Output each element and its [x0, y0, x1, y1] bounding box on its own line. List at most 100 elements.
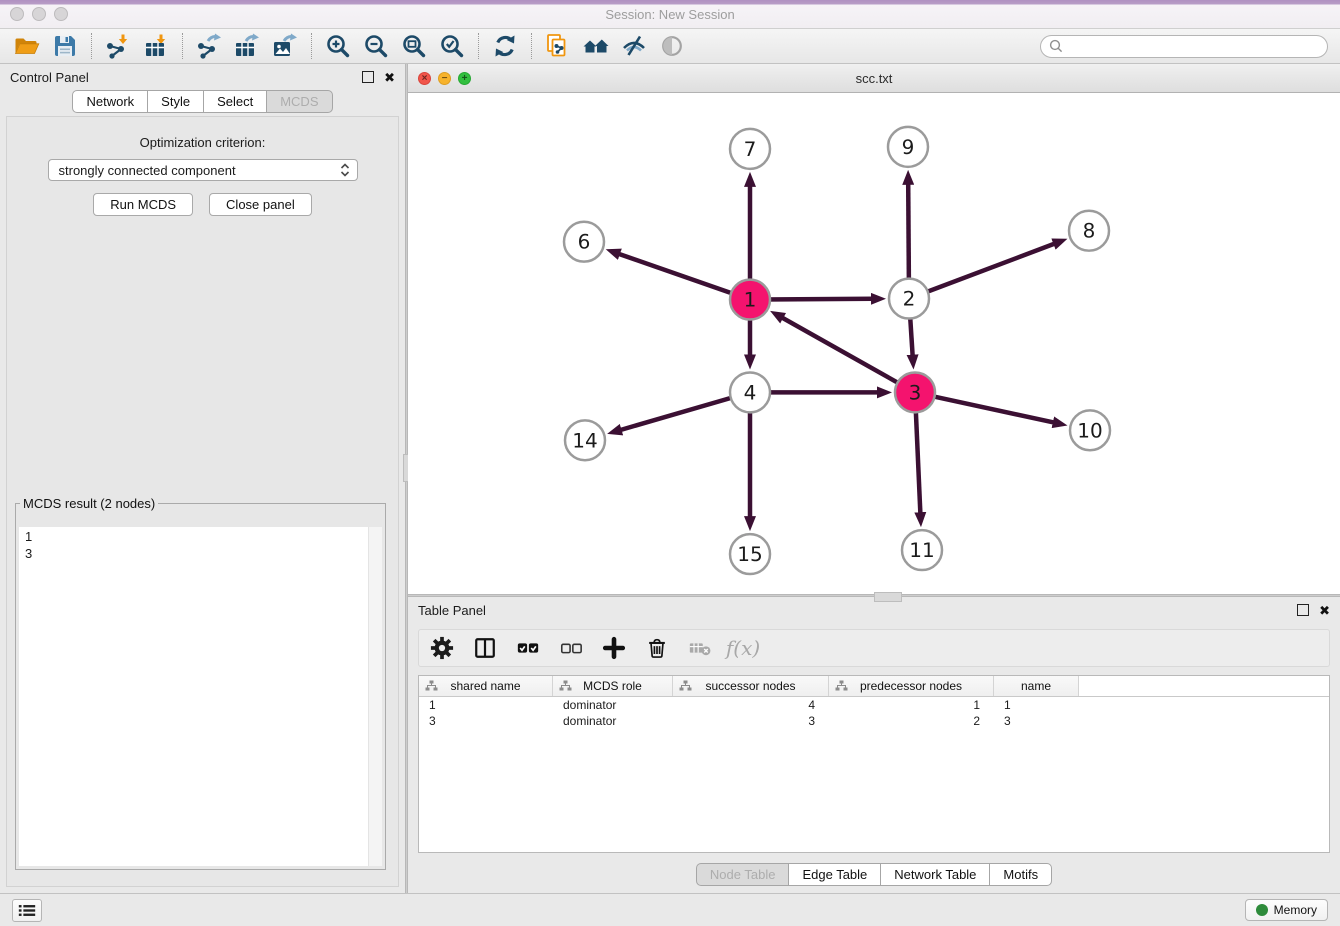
edge-2-8[interactable] [909, 243, 1055, 298]
cell-name[interactable]: 3 [994, 714, 1079, 728]
export-table-button[interactable] [228, 31, 266, 61]
result-scrollbar[interactable] [368, 527, 382, 866]
tab-style[interactable]: Style [147, 90, 204, 113]
tab-edge-table[interactable]: Edge Table [788, 863, 881, 886]
export-image-button[interactable] [266, 31, 304, 61]
node-10[interactable]: 10 [1070, 410, 1110, 450]
table-row-1[interactable]: 3dominator323 [419, 713, 1329, 729]
column-header-mcds-role[interactable]: MCDS role [553, 676, 673, 696]
export-network-button[interactable] [190, 31, 228, 61]
zoom-fit-button[interactable] [395, 31, 433, 61]
cell-predecessor-nodes[interactable]: 1 [829, 698, 994, 712]
memory-button[interactable]: Memory [1245, 899, 1328, 921]
zoom-network-icon[interactable]: + [458, 72, 471, 85]
node-4[interactable]: 4 [730, 372, 770, 412]
split-panel-button[interactable] [472, 634, 498, 662]
node-1[interactable]: 1 [730, 280, 770, 320]
cell-successor-nodes[interactable]: 4 [673, 698, 829, 712]
svg-text:10: 10 [1077, 418, 1102, 442]
node-3[interactable]: 3 [895, 372, 935, 412]
splitter-handle[interactable] [874, 592, 902, 602]
delete-column-button[interactable] [644, 634, 670, 662]
column-header-successor-nodes[interactable]: successor nodes [673, 676, 829, 696]
search-input[interactable] [1068, 38, 1319, 54]
close-panel-icon[interactable]: ✖ [384, 71, 395, 84]
task-history-button[interactable] [12, 899, 42, 922]
select-all-button[interactable] [515, 634, 541, 662]
toolbar-separator [531, 33, 532, 59]
cell-mcds-role[interactable]: dominator [553, 714, 673, 728]
optimization-criterion-select[interactable]: strongly connected component [48, 159, 358, 181]
column-header-predecessor-nodes[interactable]: predecessor nodes [829, 676, 994, 696]
tab-network-table[interactable]: Network Table [880, 863, 990, 886]
table-row-0[interactable]: 1dominator411 [419, 697, 1329, 713]
node-11[interactable]: 11 [902, 530, 942, 570]
node-6[interactable]: 6 [564, 222, 604, 262]
main-toolbar [0, 29, 1340, 64]
import-network-button[interactable] [99, 31, 137, 61]
cell-name[interactable]: 1 [994, 698, 1079, 712]
deselect-all-button[interactable] [558, 634, 584, 662]
application-window: Session: New Session Control Panel ✖ Net… [0, 0, 1340, 926]
float-panel-icon[interactable] [1297, 604, 1309, 616]
apply-layout-icon [492, 33, 518, 59]
network-window-title: scc.txt [408, 71, 1340, 86]
node-7[interactable]: 7 [730, 129, 770, 169]
hide-selected-button[interactable] [615, 31, 653, 61]
cell-shared-name[interactable]: 1 [419, 698, 553, 712]
mcds-result-title: MCDS result (2 nodes) [20, 496, 158, 511]
column-header-shared-name[interactable]: shared name [419, 676, 553, 696]
save-session-button[interactable] [46, 31, 84, 61]
network-graph[interactable]: 7 9 6 8 1 2 4 3 14 10 15 11 [408, 93, 1340, 594]
node-9[interactable]: 9 [888, 127, 928, 167]
apply-layout-button[interactable] [486, 31, 524, 61]
search-box[interactable] [1040, 35, 1328, 58]
close-network-icon[interactable]: × [418, 72, 431, 85]
clone-network-button[interactable] [539, 31, 577, 61]
node-15[interactable]: 15 [730, 534, 770, 574]
tab-network[interactable]: Network [72, 90, 148, 113]
close-panel-icon[interactable]: ✖ [1319, 604, 1330, 617]
zoom-in-button[interactable] [319, 31, 357, 61]
table-settings-button[interactable] [429, 634, 455, 662]
import-table-button[interactable] [137, 31, 175, 61]
close-panel-button[interactable]: Close panel [209, 193, 312, 216]
zoom-in-icon [325, 33, 351, 59]
tab-motifs[interactable]: Motifs [989, 863, 1052, 886]
zoom-window-icon[interactable] [54, 7, 68, 21]
column-header-name[interactable]: name [994, 676, 1079, 696]
tab-select[interactable]: Select [203, 90, 267, 113]
table-panel: Table Panel ✖ f(x) shared nameMCDS roles… [408, 597, 1340, 893]
node-14[interactable]: 14 [565, 420, 605, 460]
float-panel-icon[interactable] [362, 71, 374, 83]
close-window-icon[interactable] [10, 7, 24, 21]
edge-3-10[interactable] [915, 392, 1055, 422]
first-neighbors-button[interactable] [577, 31, 615, 61]
network-canvas[interactable]: 7 9 6 8 1 2 4 3 14 10 15 11 [408, 93, 1340, 594]
horizontal-splitter[interactable] [408, 594, 1340, 597]
tab-node-table[interactable]: Node Table [696, 863, 790, 886]
column-type-icon [679, 680, 692, 695]
svg-text:4: 4 [744, 380, 757, 404]
cell-successor-nodes[interactable]: 3 [673, 714, 829, 728]
zoom-out-button[interactable] [357, 31, 395, 61]
minimize-network-icon[interactable]: − [438, 72, 451, 85]
tab-mcds[interactable]: MCDS [266, 90, 332, 113]
minimize-window-icon[interactable] [32, 7, 46, 21]
add-column-button[interactable] [601, 634, 627, 662]
cell-mcds-role[interactable]: dominator [553, 698, 673, 712]
zoom-selected-button[interactable] [433, 31, 471, 61]
control-panel-tabs: NetworkStyleSelectMCDS [0, 90, 405, 113]
edge-3-1[interactable] [781, 317, 915, 392]
mcds-result-textarea[interactable]: 1 3 [19, 527, 382, 866]
cell-shared-name[interactable]: 3 [419, 714, 553, 728]
save-session-icon [52, 33, 78, 59]
network-window: × − + scc.txt 7 9 6 8 1 2 4 3 14 10 15 11 [408, 64, 1340, 594]
run-mcds-button[interactable]: Run MCDS [93, 193, 193, 216]
open-session-button[interactable] [8, 31, 46, 61]
svg-text:14: 14 [572, 428, 597, 452]
svg-text:6: 6 [578, 230, 591, 254]
cell-predecessor-nodes[interactable]: 2 [829, 714, 994, 728]
node-8[interactable]: 8 [1069, 211, 1109, 251]
node-2[interactable]: 2 [889, 279, 929, 319]
